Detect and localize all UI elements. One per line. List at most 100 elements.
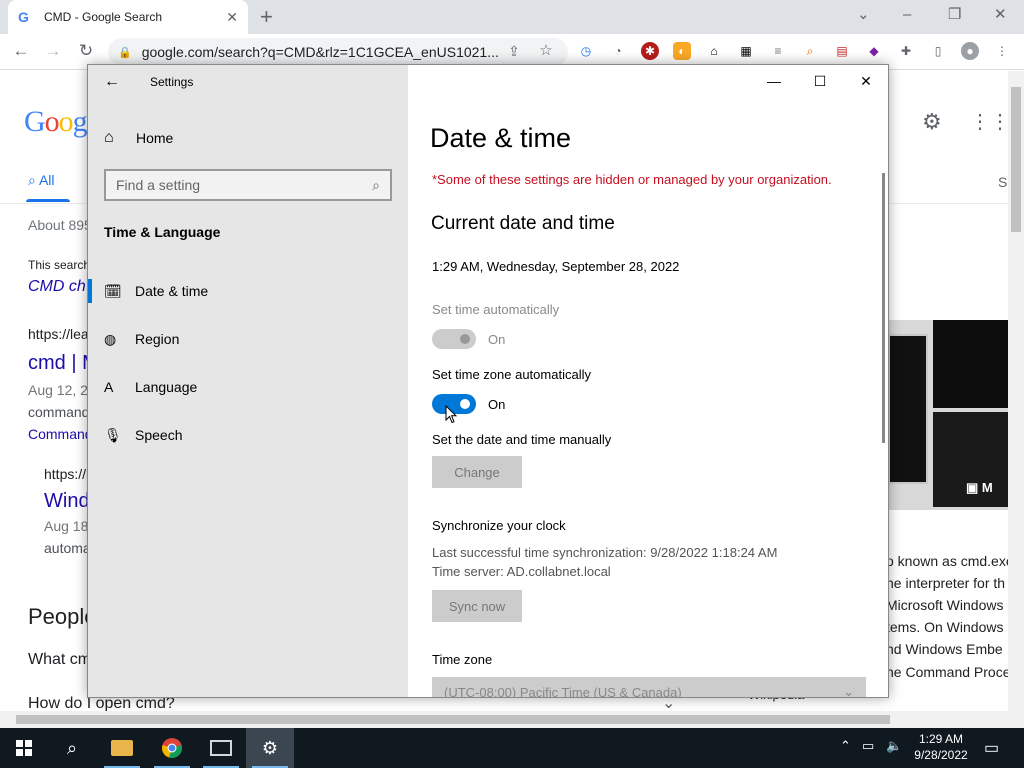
result-title-windows[interactable]: Wind	[44, 490, 90, 513]
extension-bank-icon[interactable]: ⌂	[705, 42, 723, 60]
browser-menu-icon[interactable]: ⋮	[993, 42, 1011, 60]
extension-yellow-icon[interactable]: ◐	[673, 42, 691, 60]
set-time-auto-toggle[interactable]	[432, 329, 476, 349]
google-apps-grid-icon[interactable]: ⋮⋮⋮	[970, 109, 1010, 134]
start-button[interactable]	[0, 728, 48, 768]
change-button[interactable]: Change	[432, 456, 522, 488]
bookmark-star-icon[interactable]: ☆	[535, 40, 557, 62]
back-arrow-icon[interactable]: ←	[10, 40, 32, 62]
sidebar-item-label: Date & time	[135, 283, 209, 299]
extension-database-icon[interactable]: ≡	[769, 42, 787, 60]
settings-minimize-button[interactable]: —	[764, 73, 784, 89]
browser-restore-button[interactable]: ❐	[948, 4, 961, 26]
sync-now-button[interactable]: Sync now	[432, 590, 522, 622]
settings-maximize-button[interactable]: ☐	[810, 73, 830, 90]
toggle-knob	[460, 334, 470, 344]
sidebar-item-label: Language	[135, 379, 198, 395]
tray-chevron-up-icon[interactable]: ⌃	[840, 738, 851, 754]
browser-close-button[interactable]: ✕	[994, 4, 1007, 26]
sync-time-server: Time server: AD.collabnet.local	[432, 564, 611, 579]
sidebar-item-language[interactable]: A Language	[88, 365, 408, 409]
microphone-icon: 🎙	[104, 426, 122, 443]
current-date-heading: Current date and time	[431, 213, 615, 234]
reload-icon[interactable]: ↻	[75, 40, 97, 62]
settings-window: ← Settings ⌂ Home Find a setting ⌕ Time …	[87, 64, 889, 698]
tab-close-icon[interactable]: ✕	[226, 9, 238, 26]
google-settings-gear-icon[interactable]: ⚙	[922, 109, 942, 135]
content-scrollbar[interactable]	[882, 173, 885, 443]
extension-search-icon[interactable]: ⌕	[801, 42, 819, 60]
extension-red-icon[interactable]: ✱	[641, 42, 659, 60]
share-icon[interactable]: ⇪	[503, 40, 525, 62]
horizontal-scroll-thumb[interactable]	[16, 715, 890, 724]
extension-building-icon[interactable]: ▦	[737, 42, 755, 60]
manual-datetime-label: Set the date and time manually	[432, 432, 612, 447]
profile-avatar-icon[interactable]: ●	[961, 42, 979, 60]
new-tab-button[interactable]: +	[260, 4, 273, 30]
home-label: Home	[136, 130, 174, 146]
taskbar-settings[interactable]: ⚙	[246, 728, 294, 768]
taskbar-search-button[interactable]: ⌕	[48, 728, 96, 768]
result-url: https://lea	[28, 326, 89, 342]
volume-icon[interactable]: 🔈	[886, 738, 902, 754]
taskbar-file-explorer[interactable]	[98, 728, 146, 768]
set-time-auto-label: Set time automatically	[432, 302, 560, 317]
result-link-cmd[interactable]: CMD ch	[28, 278, 86, 296]
address-bar[interactable]: 🔒 google.com/search?q=CMD&rlz=1C1GCEA_en…	[108, 38, 568, 66]
google-logo[interactable]: Goog	[24, 105, 88, 139]
settings-app-title: Settings	[150, 75, 194, 89]
window-manager-icon	[210, 740, 232, 756]
timezone-label: Time zone	[432, 652, 493, 667]
kp-snippet-line-2: ne interpreter for th	[886, 575, 1006, 591]
notifications-icon[interactable]: ▭	[984, 738, 999, 758]
forward-arrow-icon[interactable]: →	[42, 40, 64, 62]
set-tz-auto-state: On	[488, 397, 506, 412]
browser-tab[interactable]: G CMD - Google Search ✕	[8, 0, 248, 34]
tab-s[interactable]: S	[998, 174, 1007, 190]
sidebar-item-date-time[interactable]: 🗓 Date & time	[88, 269, 408, 313]
sidebar-item-speech[interactable]: 🎙 Speech	[88, 413, 408, 457]
kp-snippet-line-3: Microsoft Windows	[886, 597, 1004, 613]
toggle-knob	[460, 399, 470, 409]
sync-heading: Synchronize your clock	[432, 518, 566, 533]
sidebar-item-region[interactable]: ◍ Region	[88, 317, 408, 361]
browser-minimize-button[interactable]: –	[903, 4, 911, 26]
windows-taskbar: ⌕ ⚙ ⌃ ▭ 🔈 1:29 AM 9/28/2022 ▭	[0, 728, 1024, 768]
google-favicon-icon: G	[18, 9, 29, 25]
find-setting-input[interactable]: Find a setting ⌕	[104, 169, 392, 201]
vertical-scroll-thumb[interactable]	[1011, 87, 1021, 232]
extensions-puzzle-icon[interactable]: ✚	[897, 42, 915, 60]
tab-all[interactable]: ⌕ All	[28, 172, 55, 189]
taskbar-clock[interactable]: 1:29 AM 9/28/2022	[908, 731, 974, 763]
timezone-select[interactable]: (UTC-08:00) Pacific Time (US & Canada) ⌄	[432, 677, 866, 698]
taskbar-remote-desktop[interactable]	[197, 728, 245, 768]
current-date-value: 1:29 AM, Wednesday, September 28, 2022	[432, 259, 680, 274]
tab-search-chevron-icon[interactable]: ⌄	[857, 4, 870, 26]
extension-calendar-icon[interactable]: ▤	[833, 42, 851, 60]
settings-close-button[interactable]: ✕	[856, 73, 876, 90]
result-date: Aug 12, 2	[28, 382, 88, 398]
side-panel-icon[interactable]: ▯	[929, 42, 947, 60]
kp-snippet-line-1: o known as cmd.exe	[886, 553, 1010, 569]
extension-cube-icon[interactable]: ◆	[865, 42, 883, 60]
cmd-image-thumbnails[interactable]: ▣ M	[888, 320, 1008, 510]
sidebar-item-home[interactable]: ⌂ Home	[104, 129, 173, 147]
extension-history-icon[interactable]: ◷	[577, 42, 595, 60]
thumbnail-1[interactable]	[933, 320, 1008, 408]
network-icon[interactable]: ▭	[862, 738, 874, 754]
timezone-value: (UTC-08:00) Pacific Time (US & Canada)	[444, 684, 682, 698]
result-date-2: Aug 18	[44, 518, 89, 534]
paa-question-1[interactable]: What cm	[28, 651, 91, 669]
result-sublink[interactable]: Command	[28, 426, 93, 442]
page-vertical-scrollbar[interactable]	[1008, 71, 1024, 728]
address-url: google.com/search?q=CMD&rlz=1C1GCEA_enUS…	[141, 44, 499, 60]
page-horizontal-scrollbar[interactable]	[0, 711, 1010, 728]
chevron-down-icon: ⌄	[843, 684, 854, 698]
windows-logo-icon	[16, 740, 32, 756]
set-tz-auto-label: Set time zone automatically	[432, 367, 591, 382]
taskbar-chrome[interactable]	[148, 728, 196, 768]
thumbnail-2[interactable]	[888, 334, 928, 484]
gear-icon: ⚙	[261, 737, 279, 758]
settings-back-icon[interactable]: ←	[104, 73, 120, 91]
extension-clock-icon[interactable]: ◔	[609, 42, 627, 60]
